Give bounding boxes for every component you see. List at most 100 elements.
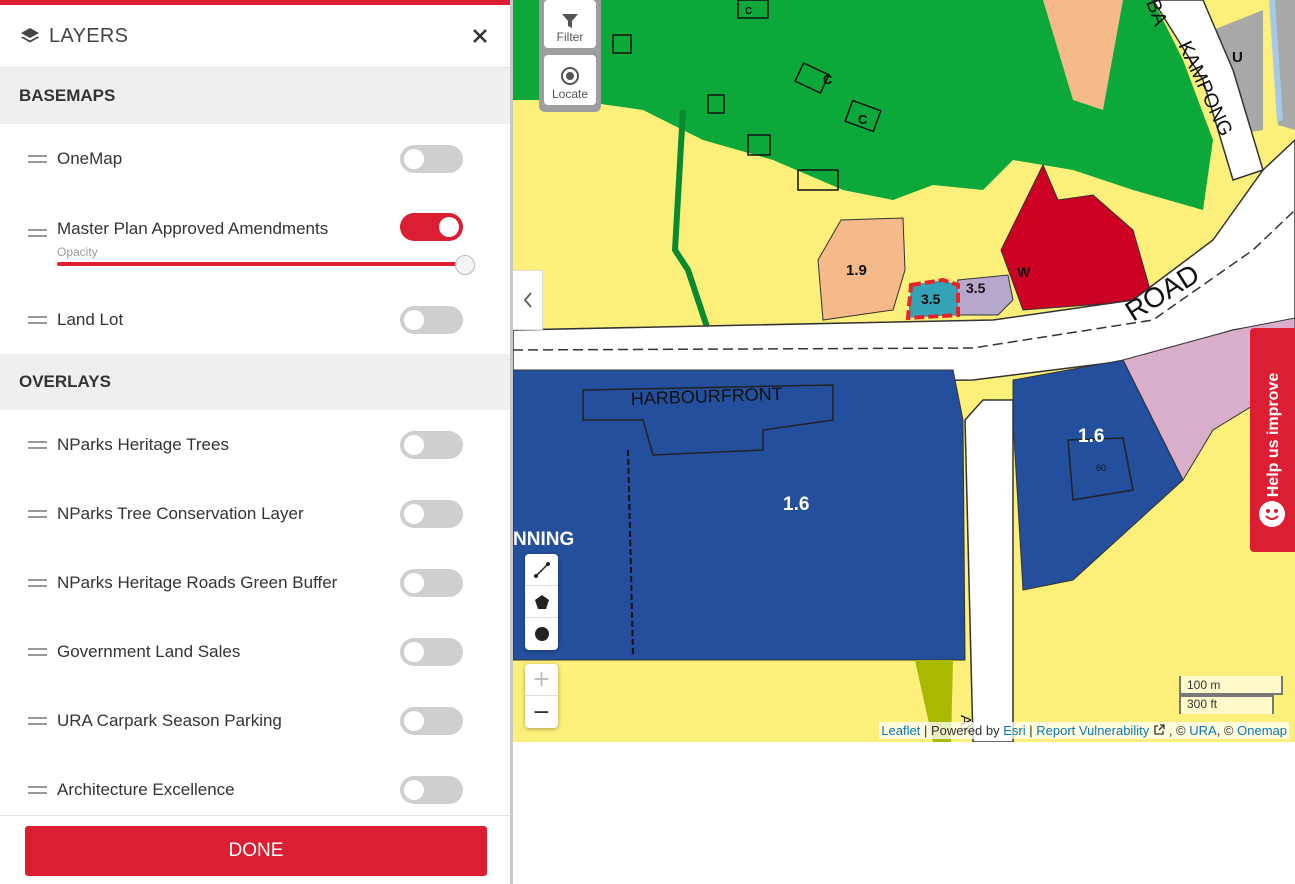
circle-icon — [534, 627, 549, 641]
scale-bar: 100 m 300 ft — [1179, 676, 1283, 714]
master-plan-map[interactable]: C C C 1.9 3.5 3.5 W U ROAD KAMPONG BA HA… — [513, 0, 1295, 742]
map-view[interactable]: C C C 1.9 3.5 3.5 W U ROAD KAMPONG BA HA… — [513, 0, 1295, 742]
toggle-knob — [404, 148, 424, 169]
locate-button[interactable]: Locate — [544, 55, 596, 105]
draw-toolbar — [525, 554, 558, 650]
opacity-label: Opacity — [57, 245, 98, 259]
layer-label: NParks Heritage Trees — [57, 434, 229, 454]
drag-handle-icon[interactable] — [28, 509, 47, 518]
zoom-control: + − — [525, 664, 558, 728]
layer-row-heritage-trees: NParks Heritage Trees — [0, 410, 510, 479]
layer-label: OneMap — [57, 148, 123, 168]
draw-line-button[interactable] — [525, 554, 558, 586]
layer-row-land-lot: Land Lot — [0, 285, 510, 354]
zoom-out-button[interactable]: − — [525, 696, 558, 728]
attribution-text-4: , © — [1216, 723, 1238, 738]
overlays-heading: OVERLAYS — [0, 354, 510, 410]
toggle-knob — [404, 779, 424, 800]
attribution-text-1: | Powered by — [920, 723, 1004, 738]
drag-handle-icon[interactable] — [28, 440, 47, 449]
layer-label: URA Carpark Season Parking — [57, 710, 282, 730]
layer-row-master-plan: Master Plan Approved Amendments Opacity — [0, 193, 510, 285]
help-us-improve-tab[interactable]: Help us improve — [1250, 328, 1295, 552]
collapse-panel-button[interactable] — [513, 270, 543, 330]
toggle-tree-conservation[interactable] — [400, 499, 463, 528]
drag-handle-icon[interactable] — [28, 229, 47, 237]
panel-header: LAYERS — [0, 5, 510, 68]
toggle-knob — [404, 434, 424, 455]
map-toolbar: Filter Locate — [539, 0, 601, 112]
drag-handle-icon[interactable] — [28, 785, 47, 794]
toggle-government-land-sales[interactable] — [400, 637, 463, 666]
chevron-left-icon — [523, 292, 532, 308]
basemaps-heading: BASEMAPS — [0, 68, 510, 124]
toggle-carpark-season[interactable] — [400, 706, 463, 735]
drag-handle-icon[interactable] — [28, 647, 47, 656]
esri-link[interactable]: Esri — [1003, 723, 1025, 738]
map-label-plot-3-5: 3.5 — [966, 280, 986, 296]
drag-handle-icon[interactable] — [28, 154, 47, 163]
map-label-planning: NNING — [513, 529, 574, 550]
opacity-slider-thumb[interactable] — [455, 255, 475, 275]
smiley-icon — [1259, 501, 1285, 527]
layers-panel: LAYERS BASEMAPS OneMap Master Plan Appro… — [0, 0, 513, 884]
close-icon — [473, 29, 487, 43]
draw-circle-button[interactable] — [525, 618, 558, 650]
locate-icon — [561, 67, 579, 85]
map-label-c3: C — [745, 6, 752, 17]
external-link-icon — [1154, 724, 1165, 735]
done-button[interactable]: DONE — [25, 826, 487, 876]
toggle-onemap[interactable] — [400, 144, 463, 173]
toggle-master-plan[interactable] — [400, 213, 463, 241]
locate-label: Locate — [551, 87, 589, 101]
toggle-heritage-trees[interactable] — [400, 430, 463, 459]
layer-row-architecture-excellence: Architecture Excellence — [0, 755, 510, 824]
toggle-heritage-roads[interactable] — [400, 568, 463, 597]
layer-label: Government Land Sales — [57, 641, 241, 661]
filter-label: Filter — [556, 30, 584, 44]
attribution-text-2: | — [1025, 723, 1037, 738]
onemap-link[interactable]: Onemap — [1237, 723, 1287, 738]
toggle-land-lot[interactable] — [400, 305, 463, 334]
vertical-road — [964, 399, 1014, 742]
ura-link[interactable]: URA — [1189, 723, 1216, 738]
map-label-plot-3-5-selected: 3.5 — [921, 291, 941, 307]
zoom-in-button[interactable]: + — [525, 664, 558, 696]
toggle-architecture-excellence[interactable] — [400, 775, 463, 804]
toggle-knob — [404, 710, 424, 731]
map-label-plot-1-6-east: 1.6 — [1078, 426, 1104, 447]
close-panel-button[interactable] — [468, 24, 492, 48]
panel-title: LAYERS — [49, 24, 129, 47]
layer-row-government-land-sales: Government Land Sales — [0, 617, 510, 686]
map-label-c1: C — [823, 72, 833, 87]
toggle-knob — [439, 217, 459, 237]
filter-icon — [562, 14, 578, 28]
toggle-knob — [404, 572, 424, 593]
filter-button[interactable]: Filter — [544, 0, 596, 48]
map-label-w: W — [1017, 264, 1031, 280]
map-label-c2: C — [858, 112, 868, 127]
drag-handle-icon[interactable] — [28, 578, 47, 587]
map-label-building-60: 60 — [1096, 463, 1106, 473]
map-label-u: U — [1232, 49, 1243, 66]
toggle-knob — [404, 503, 424, 524]
leaflet-link[interactable]: Leaflet — [881, 723, 920, 738]
attribution-text-3: , © — [1165, 723, 1190, 738]
map-label-plot-1-6: 1.6 — [783, 494, 809, 515]
scale-imperial: 300 ft — [1179, 695, 1274, 714]
layers-icon — [21, 28, 39, 43]
layer-label: Architecture Excellence — [57, 779, 235, 799]
scale-metric: 100 m — [1179, 676, 1283, 695]
report-vulnerability-link[interactable]: Report Vulnerability — [1036, 723, 1149, 738]
draw-polygon-button[interactable] — [525, 586, 558, 618]
layer-row-tree-conservation: NParks Tree Conservation Layer — [0, 479, 510, 548]
polyline-icon — [533, 561, 550, 578]
business-zone-west[interactable] — [513, 369, 966, 661]
drag-handle-icon[interactable] — [28, 716, 47, 725]
drag-handle-icon[interactable] — [28, 315, 47, 324]
toggle-knob — [404, 309, 424, 330]
toggle-knob — [404, 641, 424, 662]
map-label-plot-1-9: 1.9 — [846, 262, 867, 279]
layer-label: Master Plan Approved Amendments — [57, 219, 329, 238]
opacity-slider-track[interactable] — [57, 262, 465, 266]
